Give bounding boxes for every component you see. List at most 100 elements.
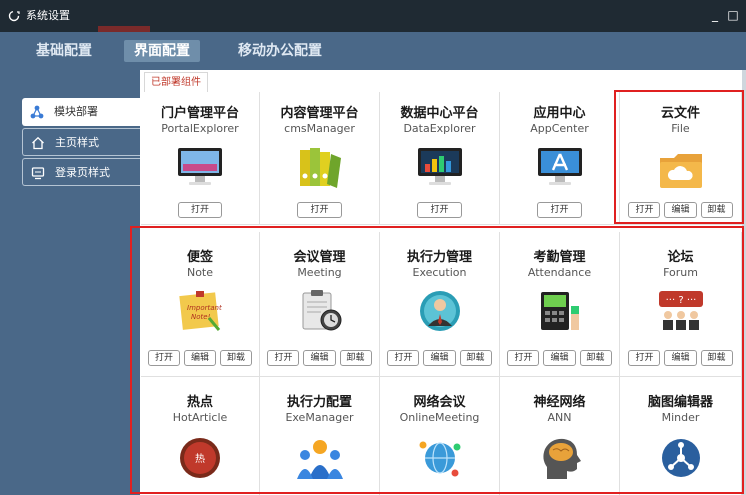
edit-button[interactable]: 编辑 xyxy=(664,202,697,218)
module-english-name: Attendance xyxy=(527,266,592,279)
module-name: 论坛 xyxy=(667,250,694,265)
module-card-portal-explorer[interactable]: 门户管理平台 PortalExplorer 打开 xyxy=(141,92,260,225)
module-actions: 打开 编辑 卸载 xyxy=(260,350,379,366)
edit-button[interactable]: 编辑 xyxy=(664,350,697,366)
module-name: 热点 xyxy=(186,395,213,410)
module-card-note[interactable]: 便签 Note Important Note! 打开 编辑 卸载 xyxy=(141,232,260,377)
module-actions: 打开 编辑 卸载 xyxy=(380,350,499,366)
open-button[interactable]: 打开 xyxy=(628,350,661,366)
open-button[interactable]: 打开 xyxy=(297,202,342,218)
open-button[interactable]: 打开 xyxy=(507,350,540,366)
open-button[interactable]: 打开 xyxy=(628,202,661,218)
tab-mobile-office-config[interactable]: 移动办公配置 xyxy=(228,40,332,62)
module-name: 执行力管理 xyxy=(406,250,472,265)
hotspot-badge-icon: 热 xyxy=(180,438,220,478)
tab-basic-config[interactable]: 基础配置 xyxy=(26,40,102,62)
module-actions: 打开 xyxy=(500,202,619,218)
uninstall-button[interactable]: 卸载 xyxy=(579,350,612,366)
module-card-exe-manager[interactable]: 执行力配置 ExeManager xyxy=(260,377,380,495)
module-english-name: AppCenter xyxy=(530,122,589,135)
open-button[interactable]: 打开 xyxy=(147,350,180,366)
module-name: 门户管理平台 xyxy=(160,106,239,121)
module-english-name: Note xyxy=(186,266,214,279)
cloud-folder-icon xyxy=(659,154,702,188)
module-card-forum[interactable]: 论坛 Forum ··· ? ··· 打开 编辑 卸载 xyxy=(620,232,742,377)
tab-ui-config[interactable]: 界面配置 xyxy=(124,40,200,62)
module-english-name: HotArticle xyxy=(172,411,228,424)
businessman-icon xyxy=(419,291,460,331)
module-card-file[interactable]: 云文件 File 打开 编辑 卸载 xyxy=(620,92,742,225)
edit-button[interactable]: 编辑 xyxy=(543,350,576,366)
sidebar-item-home-style[interactable]: 主页样式 xyxy=(22,128,140,156)
module-english-name: Execution xyxy=(412,266,467,279)
open-button[interactable]: 打开 xyxy=(387,350,420,366)
app-logo-icon xyxy=(8,10,20,22)
uninstall-button[interactable]: 卸载 xyxy=(700,350,733,366)
module-actions: 打开 编辑 卸载 xyxy=(620,350,741,366)
module-card-cms-manager[interactable]: 内容管理平台 cmsManager 打开 xyxy=(260,92,380,225)
app-store-icon xyxy=(537,148,582,185)
module-name: 考勤管理 xyxy=(533,250,586,265)
maximize-button[interactable]: □ xyxy=(726,8,740,22)
module-card-attendance[interactable]: 考勤管理 Attendance 打开 编辑 卸载 xyxy=(500,232,620,377)
edit-button[interactable]: 编辑 xyxy=(303,350,336,366)
uninstall-button[interactable]: 卸载 xyxy=(339,350,372,366)
module-english-name: DataExplorer xyxy=(403,122,476,135)
module-card-minder[interactable]: 脑图编辑器 Minder xyxy=(620,377,742,495)
sidebar-item-label: 模块部署 xyxy=(54,105,98,118)
module-english-name: Minder xyxy=(661,411,700,424)
svg-text:热: 热 xyxy=(195,452,205,465)
module-name: 脑图编辑器 xyxy=(647,395,713,410)
module-english-name: ExeManager xyxy=(285,411,354,424)
window-title: 系统设置 xyxy=(26,9,70,22)
module-card-hot-article[interactable]: 热点 HotArticle 热 xyxy=(141,377,260,495)
minimize-button[interactable]: _ xyxy=(708,8,722,22)
module-actions: 打开 编辑 卸载 xyxy=(620,202,741,218)
module-name: 数据中心平台 xyxy=(400,106,479,121)
module-card-ann[interactable]: 神经网络 ANN xyxy=(500,377,620,495)
edit-button[interactable]: 编辑 xyxy=(423,350,456,366)
module-name: 执行力配置 xyxy=(286,395,352,410)
module-english-name: PortalExplorer xyxy=(161,122,239,135)
tab-deployed-components[interactable]: 已部署组件 xyxy=(144,72,208,92)
sidebar-item-label: 主页样式 xyxy=(55,136,99,149)
edit-button[interactable]: 编辑 xyxy=(183,350,216,366)
module-actions: 打开 xyxy=(380,202,499,218)
module-actions: 打开 xyxy=(141,202,259,218)
open-button[interactable]: 打开 xyxy=(417,202,462,218)
module-panel: 已部署组件 门户管理平台 PortalExplorer 打开 内容管理平台 cm… xyxy=(140,70,746,495)
module-card-execution[interactable]: 执行力管理 Execution 打开 编辑 卸载 xyxy=(380,232,500,377)
module-english-name: OnlineMeeting xyxy=(399,411,480,424)
svg-text:Note!: Note! xyxy=(191,313,211,321)
monitor-icon xyxy=(178,148,222,185)
module-card-online-meeting[interactable]: 网络会议 OnlineMeeting xyxy=(380,377,500,495)
module-name: 会议管理 xyxy=(293,250,346,265)
module-actions: 打开 xyxy=(260,202,379,218)
sidebar-item-login-style[interactable]: 登录页样式 xyxy=(22,158,140,186)
forum-people-icon: ··· ? ··· xyxy=(658,291,703,330)
module-name: 应用中心 xyxy=(533,106,586,121)
uninstall-button[interactable]: 卸载 xyxy=(220,350,253,366)
top-nav: 基础配置 界面配置 移动办公配置 xyxy=(0,32,746,70)
open-button[interactable]: 打开 xyxy=(177,202,222,218)
brain-head-icon xyxy=(542,438,581,479)
module-name: 云文件 xyxy=(660,106,700,121)
module-card-app-center[interactable]: 应用中心 AppCenter 打开 xyxy=(500,92,620,225)
open-button[interactable]: 打开 xyxy=(267,350,300,366)
team-icon xyxy=(296,440,343,479)
module-english-name: Meeting xyxy=(297,266,342,279)
module-card-meeting[interactable]: 会议管理 Meeting 打开 编辑 卸载 xyxy=(260,232,380,377)
sidebar: 模块部署 主页样式 登录页样式 xyxy=(0,70,140,495)
module-english-name: cmsManager xyxy=(284,122,355,135)
module-card-data-explorer[interactable]: 数据中心平台 DataExplorer 打开 xyxy=(380,92,500,225)
module-english-name: Forum xyxy=(663,266,698,279)
uninstall-button[interactable]: 卸载 xyxy=(700,202,733,218)
uninstall-button[interactable]: 卸载 xyxy=(459,350,492,366)
sticky-note-icon: Important Note! xyxy=(179,291,222,331)
scrollbar[interactable] xyxy=(742,70,746,495)
module-name: 内容管理平台 xyxy=(280,106,359,121)
module-english-name: File xyxy=(671,122,690,135)
open-button[interactable]: 打开 xyxy=(537,202,582,218)
sidebar-item-module-deploy[interactable]: 模块部署 xyxy=(22,98,140,126)
module-actions: 打开 编辑 卸载 xyxy=(141,350,259,366)
